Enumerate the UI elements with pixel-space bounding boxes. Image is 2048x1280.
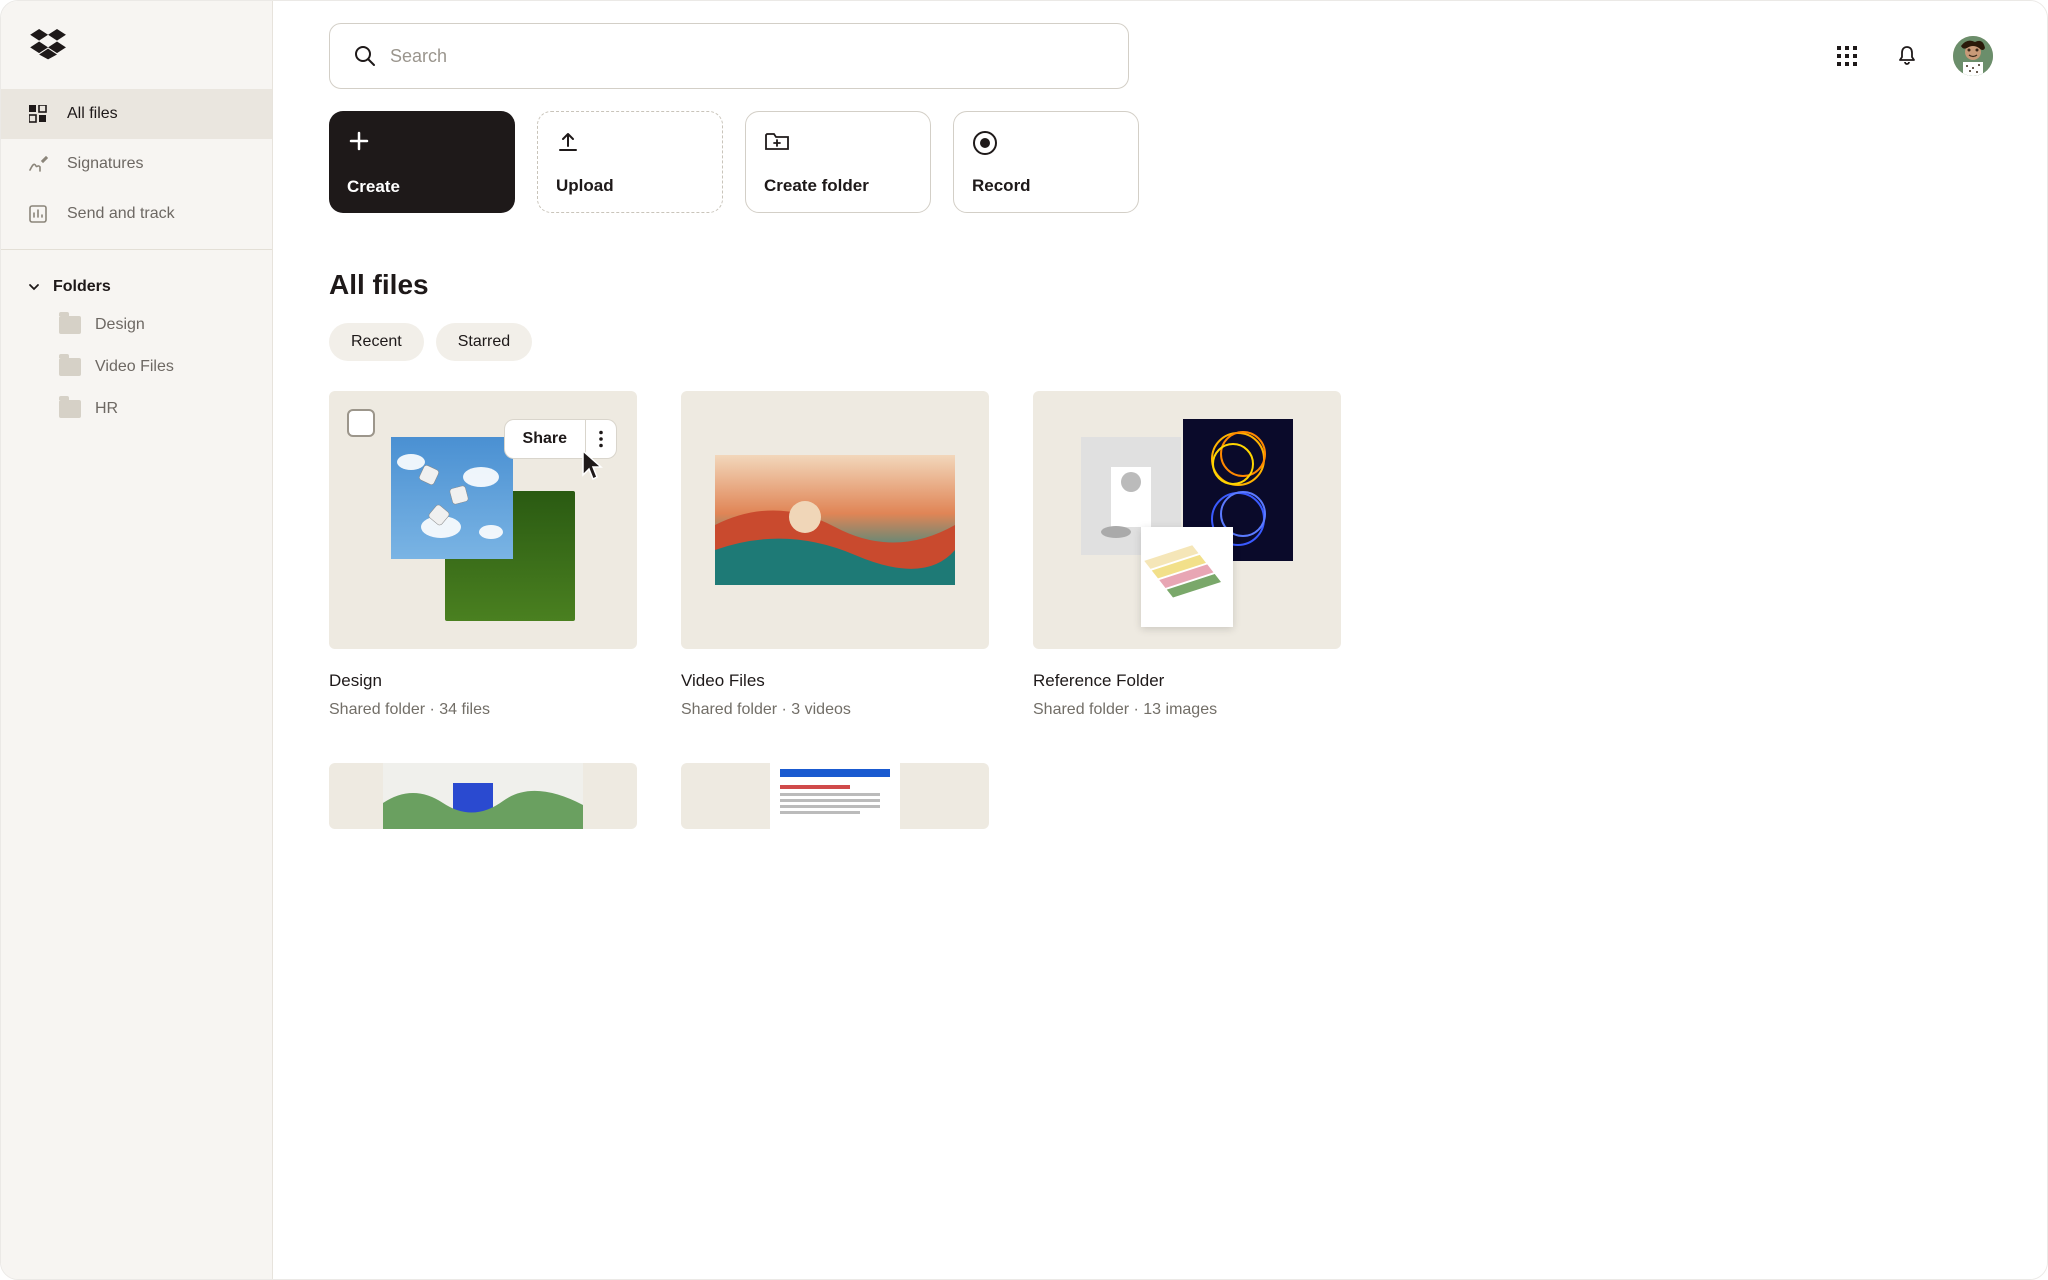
filter-chips: Recent Starred (329, 323, 1993, 361)
file-card-video-files[interactable]: Video Files Shared folder · 3 videos (681, 391, 989, 719)
dropbox-logo-icon (29, 29, 272, 61)
sidebar-folder-video-files[interactable]: Video Files (1, 346, 272, 388)
folders-label: Folders (53, 278, 111, 296)
logo-area (1, 1, 272, 89)
folder-icon (59, 316, 81, 334)
thumbnail-image (391, 437, 513, 559)
thumbnail-image (1141, 527, 1233, 627)
file-subtitle: Shared folder · 13 images (1033, 701, 1341, 719)
action-row: Create Upload Create folder Record (329, 111, 1993, 213)
thumbnail (681, 763, 989, 829)
thumbnail (1033, 391, 1341, 649)
grid-icon (27, 103, 49, 125)
file-grid: Share Design Shared folder · 34 files (329, 391, 1993, 719)
action-label: Upload (556, 176, 704, 196)
folder-plus-icon (764, 130, 790, 156)
main: Create Upload Create folder Record (273, 1, 2047, 1279)
file-card[interactable] (329, 763, 637, 829)
top-bar (329, 23, 1993, 89)
nav: All files Signatures Send and track (1, 89, 272, 239)
folder-icon (59, 358, 81, 376)
thumbnail: Share (329, 391, 637, 649)
apps-grid-icon[interactable] (1833, 42, 1861, 70)
page-title: All files (329, 269, 1993, 301)
chart-icon (27, 203, 49, 225)
sidebar-item-label: All files (67, 105, 118, 123)
file-card-reference-folder[interactable]: Reference Folder Shared folder · 13 imag… (1033, 391, 1341, 719)
file-subtitle: Shared folder · 3 videos (681, 701, 989, 719)
chip-starred[interactable]: Starred (436, 323, 532, 361)
action-label: Record (972, 176, 1120, 196)
search-box[interactable] (329, 23, 1129, 89)
sidebar-folder-design[interactable]: Design (1, 304, 272, 346)
plus-icon (347, 129, 373, 155)
file-card-design[interactable]: Share Design Shared folder · 34 files (329, 391, 637, 719)
create-button[interactable]: Create (329, 111, 515, 213)
file-grid-row-2 (329, 763, 1993, 829)
share-button[interactable]: Share (504, 419, 586, 459)
folder-label: Video Files (95, 358, 174, 376)
more-vertical-icon (598, 430, 604, 448)
file-title: Video Files (681, 671, 989, 691)
folder-icon (59, 400, 81, 418)
file-title: Design (329, 671, 637, 691)
file-subtitle: Shared folder · 34 files (329, 701, 637, 719)
notifications-bell-icon[interactable] (1893, 42, 1921, 70)
sidebar-item-send-and-track[interactable]: Send and track (1, 189, 272, 239)
select-checkbox[interactable] (347, 409, 375, 437)
folders-toggle[interactable]: Folders (1, 270, 272, 304)
search-input[interactable] (390, 46, 1104, 67)
thumbnail (681, 391, 989, 649)
sidebar-item-all-files[interactable]: All files (1, 89, 272, 139)
avatar[interactable] (1953, 36, 1993, 76)
divider (1, 249, 272, 250)
thumbnail-image (715, 455, 955, 585)
search-icon (354, 45, 376, 67)
record-icon (972, 130, 998, 156)
file-title: Reference Folder (1033, 671, 1341, 691)
sidebar-item-signatures[interactable]: Signatures (1, 139, 272, 189)
action-label: Create folder (764, 176, 912, 196)
sidebar: All files Signatures Send and track Fold… (1, 1, 273, 1279)
folder-label: Design (95, 316, 145, 334)
action-label: Create (347, 177, 497, 197)
create-folder-button[interactable]: Create folder (745, 111, 931, 213)
cursor-icon (579, 449, 607, 481)
file-card[interactable] (681, 763, 989, 829)
chevron-down-icon (27, 280, 41, 294)
record-button[interactable]: Record (953, 111, 1139, 213)
upload-button[interactable]: Upload (537, 111, 723, 213)
sidebar-item-label: Signatures (67, 155, 144, 173)
upload-icon (556, 130, 582, 156)
sidebar-folder-hr[interactable]: HR (1, 388, 272, 430)
thumbnail (329, 763, 637, 829)
sidebar-item-label: Send and track (67, 205, 175, 223)
folder-label: HR (95, 400, 118, 418)
chip-recent[interactable]: Recent (329, 323, 424, 361)
signature-icon (27, 153, 49, 175)
